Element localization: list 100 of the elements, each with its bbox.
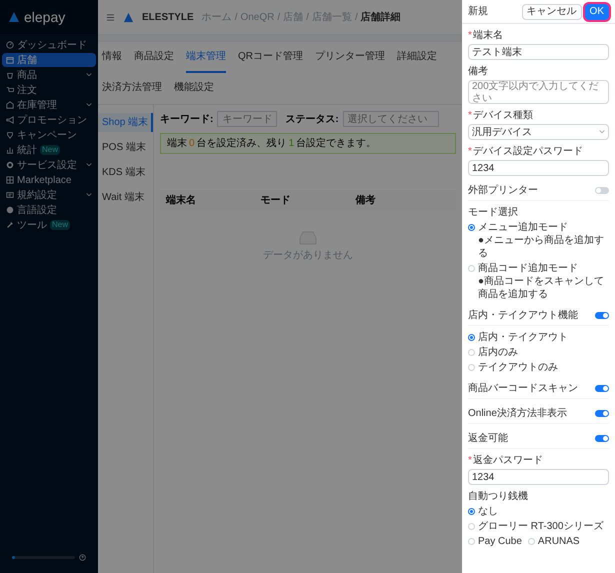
tab[interactable]: QRコード管理 (238, 42, 303, 73)
breadcrumb-separator: / (354, 10, 358, 24)
radio-label: ARUNAS (538, 535, 580, 548)
sidebar-item[interactable]: ダッシュボード (2, 38, 96, 52)
sidebar-item[interactable]: 統計 New (2, 143, 96, 157)
brand-logo-icon (123, 12, 134, 22)
column-header: モード (260, 194, 292, 207)
drawer-title: 新規 (468, 5, 488, 18)
field-label: *返金パスワード (468, 454, 544, 467)
tab[interactable]: 機能設定 (174, 73, 214, 104)
status-select[interactable]: 選択してください (342, 111, 439, 127)
text-input[interactable]: 1234 (468, 160, 609, 176)
brand-name: ELESTYLE (142, 10, 194, 24)
sidebar-item[interactable]: サービス設定 (2, 158, 96, 172)
sidebar-item[interactable]: ツール New (2, 218, 96, 232)
field-label: *端末名 (468, 29, 504, 42)
terminal-type-item[interactable]: POS 端末 (98, 138, 153, 157)
status-label: ステータス: (285, 112, 339, 126)
tab[interactable]: 詳細設定 (397, 42, 437, 73)
tab[interactable]: 情報 (102, 42, 122, 73)
chevron-down-icon (86, 192, 92, 198)
toggle-switch[interactable] (595, 435, 609, 442)
tab[interactable]: 商品設定 (134, 42, 174, 73)
radio-label: 商品コード追加モード (478, 262, 579, 275)
document-icon (6, 191, 14, 199)
help-icon (79, 554, 86, 561)
field-label: *デバイス種類 (468, 109, 534, 122)
radio-description: ●メニューから商品を追加する (478, 234, 606, 260)
field-label: 備考 (468, 65, 489, 78)
text-input[interactable]: テスト端末 (468, 44, 609, 60)
bag-icon (6, 71, 14, 79)
radio-label: なし (478, 505, 498, 518)
house-icon (6, 101, 14, 109)
field-label: モード選択 (468, 206, 519, 219)
breadcrumb-link[interactable]: 店舗 (283, 10, 304, 24)
alert-message: 端末 0 台を設定済み、残り 1 台設定できます。 (160, 133, 456, 154)
breadcrumb-separator: / (306, 10, 309, 24)
sidebar-item[interactable]: 店舗 (2, 53, 96, 67)
breadcrumb-link[interactable]: 店舗一覧 (312, 10, 352, 24)
breadcrumb-current: 店舗詳細 (360, 10, 401, 24)
field-label: 自動つり銭機 (468, 490, 529, 503)
toggle-switch[interactable] (595, 385, 609, 392)
text-input[interactable]: 1234 (468, 469, 609, 485)
chevron-down-icon (599, 129, 605, 135)
cancel-button[interactable]: キャンセル (522, 4, 582, 20)
sidebar-item[interactable]: 言語設定 (2, 203, 96, 217)
terminal-type-item[interactable]: Shop 端末 (98, 113, 153, 132)
toggle-switch[interactable] (595, 312, 609, 319)
toggle-label: 商品バーコードスキャン (468, 382, 578, 395)
radio-button[interactable] (468, 334, 475, 341)
radio-label: グローリー RT-300シリーズ (478, 520, 604, 533)
radio-button[interactable] (468, 508, 475, 515)
radio-description: ●商品コードをスキャンして商品を追加する (478, 275, 606, 301)
ok-button[interactable]: OK (584, 4, 609, 20)
radio-label: Pay Cube (478, 535, 522, 548)
radio-label: 店内のみ (478, 346, 518, 359)
field-label: *デバイス設定パスワード (468, 145, 584, 158)
app-logo-text: elepay (24, 10, 66, 24)
radio-button[interactable] (468, 224, 475, 231)
megaphone-icon (6, 116, 14, 124)
empty-message: データがありません (263, 249, 353, 262)
toggle-label: Online決済方法非表示 (468, 407, 567, 420)
toggle-label: 店内・テイクアウト機能 (468, 309, 578, 322)
breadcrumb-link[interactable]: ホーム (202, 10, 232, 24)
keyword-input[interactable]: キーワード (217, 111, 278, 127)
terminal-type-item[interactable]: KDS 端末 (98, 163, 153, 182)
chevron-down-icon (86, 102, 92, 108)
tab[interactable]: 端末管理 (186, 42, 226, 73)
radio-label: テイクアウトのみ (478, 361, 558, 374)
grid-icon (6, 176, 14, 184)
toggle-switch[interactable] (595, 410, 609, 417)
sidebar-item[interactable]: 注文 (2, 83, 96, 97)
sidebar-item[interactable]: Marketplace (2, 173, 96, 187)
toggle-label: 返金可能 (468, 432, 508, 445)
toggle-label: 外部プリンター (468, 184, 538, 197)
sidebar-item[interactable]: 規約設定 (2, 188, 96, 202)
terminal-type-item[interactable]: Wait 端末 (98, 188, 153, 207)
menu-icon (106, 12, 115, 22)
column-header: 端末名 (166, 194, 197, 207)
breadcrumb-separator: / (277, 10, 280, 24)
breadcrumb-separator: / (234, 10, 238, 24)
device-type-select[interactable]: 汎用デバイス (468, 124, 609, 140)
toggle-switch[interactable] (595, 187, 609, 194)
logo-icon (8, 11, 20, 23)
tab[interactable]: プリンター管理 (315, 42, 385, 73)
ring-icon (6, 161, 14, 169)
sidebar-item[interactable]: キャンペーン (2, 128, 96, 142)
gauge-icon (6, 41, 14, 49)
cart-icon (6, 86, 14, 94)
radio-label: メニュー追加モード (478, 221, 569, 234)
chevron-down-icon (86, 72, 92, 78)
chevron-down-icon (86, 162, 92, 168)
tab[interactable]: 決済方法管理 (102, 73, 162, 104)
sidebar-item[interactable]: 商品 (2, 68, 96, 82)
sidebar-item[interactable]: 在庫管理 (2, 98, 96, 112)
bar-chart-icon (6, 146, 14, 154)
sidebar-item[interactable]: プロモーション (2, 113, 96, 127)
column-header: 備考 (355, 194, 376, 207)
keyword-label: キーワード: (160, 112, 214, 126)
breadcrumb-link[interactable]: OneQR (240, 10, 274, 24)
